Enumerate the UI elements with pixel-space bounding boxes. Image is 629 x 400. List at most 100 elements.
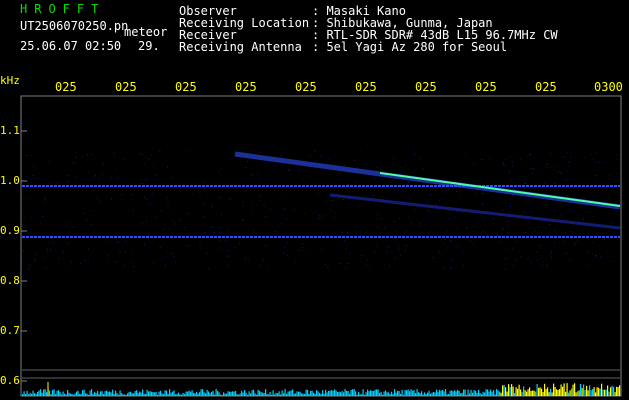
- level-bar: [436, 389, 438, 396]
- noise-speckle: [525, 232, 526, 234]
- noise-speckle: [227, 229, 229, 231]
- level-bar: [614, 392, 616, 396]
- level-bar: [551, 392, 553, 396]
- level-bar: [566, 383, 568, 396]
- level-bar: [239, 393, 241, 396]
- level-bar: [608, 391, 610, 396]
- level-bar: [386, 392, 388, 396]
- noise-speckle: [173, 209, 175, 211]
- level-bar: [602, 389, 604, 396]
- noise-speckle: [121, 158, 123, 160]
- noise-speckle: [87, 171, 89, 173]
- level-bar: [505, 387, 507, 396]
- noise-speckle: [50, 238, 52, 239]
- noise-speckle: [411, 223, 413, 225]
- noise-speckle: [151, 193, 153, 195]
- level-bar: [301, 393, 303, 396]
- noise-speckle: [204, 187, 206, 189]
- noise-speckle: [327, 234, 329, 235]
- level-bar: [136, 390, 138, 396]
- noise-speckle: [73, 163, 75, 164]
- noise-speckle: [395, 231, 397, 232]
- freq-tick: 0.7: [0, 324, 20, 337]
- level-bar: [230, 391, 232, 396]
- level-bar: [344, 389, 346, 396]
- noise-speckle: [196, 229, 197, 231]
- noise-speckle: [452, 168, 454, 170]
- noise-speckle: [305, 213, 307, 215]
- noise-speckle: [42, 257, 44, 259]
- level-bar: [199, 392, 201, 396]
- noise-speckle: [360, 231, 361, 233]
- level-bar: [532, 390, 534, 396]
- noise-speckle: [309, 166, 311, 168]
- level-bar: [487, 389, 489, 396]
- noise-speckle: [251, 210, 253, 211]
- noise-speckle: [75, 157, 77, 158]
- level-bar: [446, 394, 448, 396]
- level-bar: [607, 385, 609, 396]
- noise-speckle: [608, 174, 610, 176]
- level-bar: [242, 392, 244, 396]
- level-bar: [460, 393, 462, 396]
- level-bar: [358, 391, 360, 396]
- noise-speckle: [554, 242, 556, 244]
- noise-speckle: [435, 231, 437, 233]
- level-bar: [44, 389, 46, 396]
- noise-speckle: [609, 174, 611, 176]
- noise-speckle: [532, 199, 533, 200]
- noise-speckle: [342, 232, 344, 234]
- level-bar: [121, 393, 123, 396]
- level-bar: [317, 391, 319, 396]
- level-bar: [494, 394, 496, 396]
- level-bar: [356, 394, 358, 396]
- noise-speckle: [66, 223, 68, 225]
- noise-speckle: [532, 168, 534, 170]
- noise-speckle: [368, 266, 370, 268]
- noise-speckle: [403, 251, 405, 253]
- noise-speckle: [367, 259, 369, 261]
- noise-speckle: [445, 244, 447, 246]
- noise-speckle: [282, 223, 283, 225]
- level-bar: [316, 390, 318, 396]
- noise-speckle: [323, 215, 325, 217]
- noise-speckle: [388, 246, 390, 248]
- noise-speckle: [253, 231, 254, 233]
- level-bar: [416, 389, 418, 396]
- level-bar: [314, 393, 316, 396]
- noise-speckle: [187, 245, 189, 247]
- level-bar: [269, 392, 271, 396]
- level-bar: [118, 394, 120, 396]
- noise-speckle: [567, 170, 569, 172]
- level-bar: [374, 389, 376, 396]
- level-bar: [229, 391, 231, 396]
- level-bar: [508, 384, 510, 396]
- noise-speckle: [380, 229, 382, 230]
- noise-speckle: [354, 159, 356, 161]
- level-bar: [395, 392, 397, 396]
- noise-speckle: [463, 264, 465, 266]
- level-bar: [410, 389, 412, 396]
- level-bar: [55, 394, 57, 396]
- noise-speckle: [308, 210, 310, 212]
- noise-speckle: [242, 219, 244, 221]
- noise-speckle: [467, 227, 468, 229]
- noise-speckle: [317, 218, 319, 220]
- noise-speckle: [442, 242, 444, 244]
- level-bar: [95, 393, 97, 396]
- level-bar: [181, 394, 183, 396]
- noise-speckle: [124, 178, 126, 180]
- level-bar: [179, 394, 181, 396]
- level-bar: [31, 393, 33, 396]
- noise-speckle: [395, 238, 397, 240]
- level-bar: [83, 389, 85, 396]
- noise-speckle: [164, 265, 166, 267]
- noise-speckle: [591, 154, 592, 156]
- noise-speckle: [103, 164, 104, 165]
- noise-speckle: [616, 173, 618, 174]
- level-bar: [262, 392, 264, 396]
- level-bar: [146, 389, 148, 396]
- level-bar: [565, 391, 567, 396]
- freq-tick: 0.9: [0, 224, 20, 237]
- level-bar: [308, 393, 310, 396]
